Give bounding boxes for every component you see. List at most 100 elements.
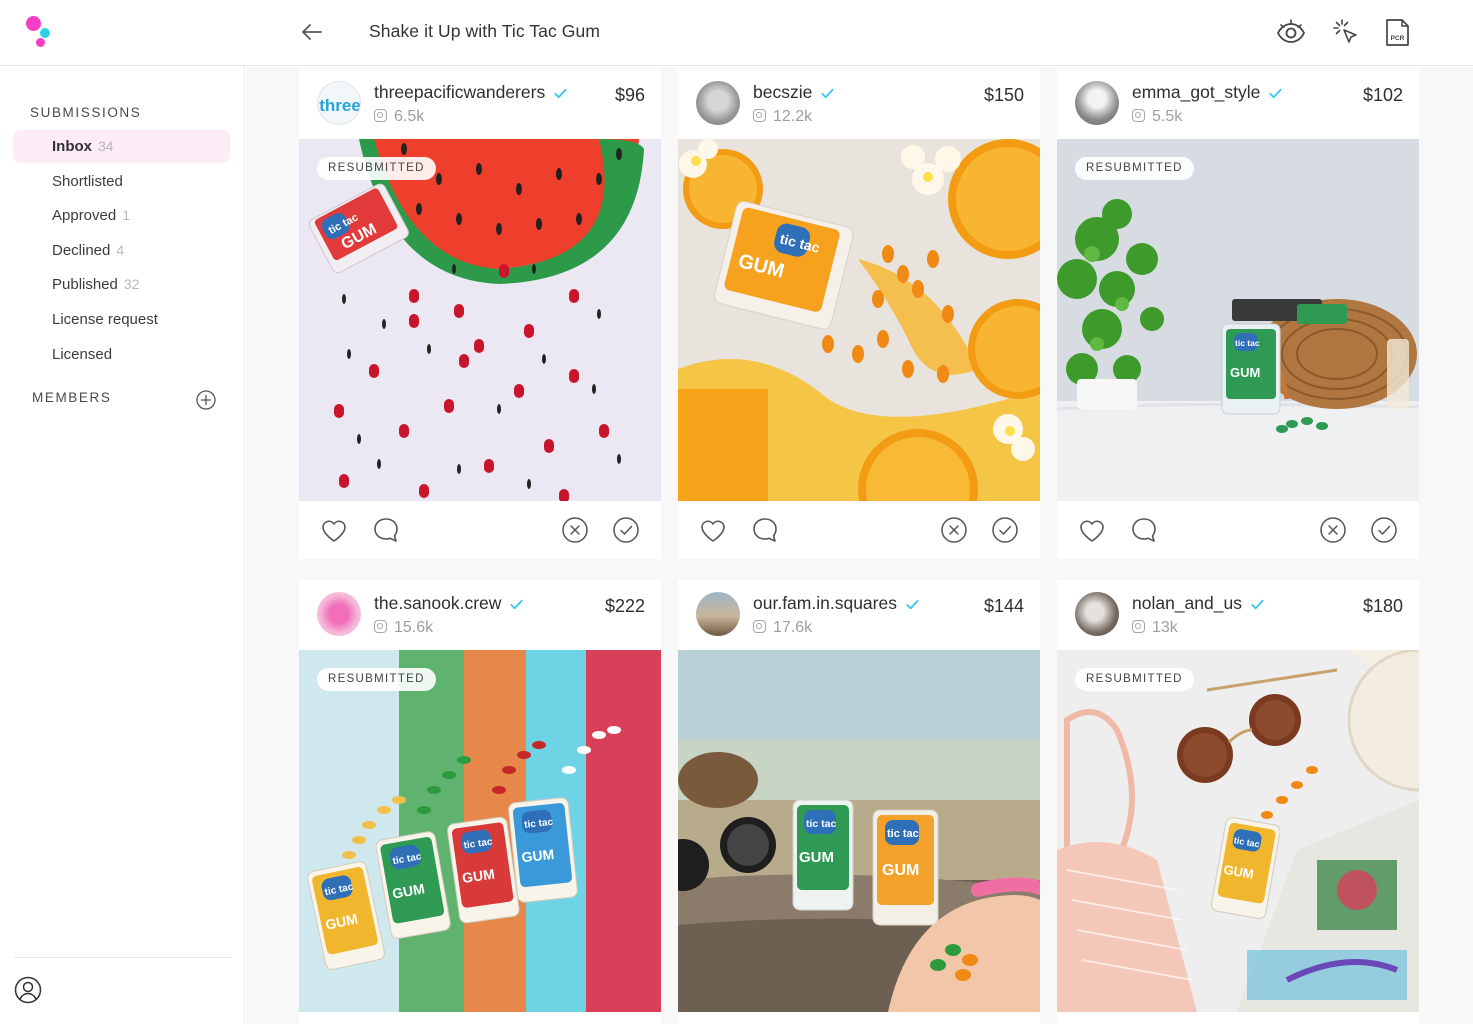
follower-count: 13k	[1132, 619, 1178, 637]
orange-fruit-photo: tic tac GUM	[678, 139, 1040, 501]
price: $96	[614, 85, 645, 105]
decline-x-icon[interactable]	[939, 515, 969, 545]
avatar[interactable]: three	[317, 81, 361, 125]
heart-icon[interactable]	[319, 515, 349, 545]
verified-check-icon	[1269, 88, 1282, 99]
comment-icon[interactable]	[750, 515, 780, 545]
sidebar-item-shortlisted[interactable]: Shortlisted	[13, 165, 230, 198]
submission-card[interactable]: three threepacificwanderers 6.5k $96 tic…	[299, 69, 661, 559]
heart-icon[interactable]	[1077, 515, 1107, 545]
submissions-grid: three threepacificwanderers 6.5k $96 tic…	[246, 67, 1473, 1024]
brand-logo[interactable]	[26, 16, 62, 52]
sidebar-item-label: License request	[52, 311, 158, 328]
svg-text:tic tac: tic tac	[806, 818, 837, 830]
svg-text:tic tac: tic tac	[887, 828, 919, 840]
username-text[interactable]: nolan_and_us	[1132, 593, 1242, 613]
submission-card[interactable]: emma_got_style 5.5k $102 tic tac GUM RES…	[1057, 69, 1419, 559]
username-text[interactable]: the.sanook.crew	[374, 593, 501, 613]
submission-photo[interactable]: tic tac GUM RESUBMITTED	[299, 139, 661, 501]
svg-text:GUM: GUM	[799, 849, 834, 866]
comment-icon[interactable]	[1129, 515, 1159, 545]
card-header: emma_got_style 5.5k $102	[1057, 69, 1419, 141]
verified-check-icon	[1251, 599, 1264, 610]
avatar[interactable]	[1075, 592, 1119, 636]
username[interactable]: our.fam.in.squares	[753, 593, 920, 614]
sidebar-item-count: 1	[122, 207, 131, 223]
sidebar-item-label: Published	[52, 276, 118, 293]
price: $222	[604, 596, 645, 616]
submission-photo[interactable]: tic tac GUM	[678, 139, 1040, 501]
page-title: Shake it Up with Tic Tac Gum	[369, 21, 601, 41]
sidebar-item-count: 32	[123, 276, 140, 292]
decline-x-icon[interactable]	[560, 515, 590, 545]
submission-card[interactable]: nolan_and_us 13k $180 tic tac GUM RESUBM…	[1057, 580, 1419, 1024]
instagram-icon	[374, 620, 387, 633]
avatar[interactable]	[696, 81, 740, 125]
sidebar-item-declined[interactable]: Declined 4	[13, 234, 230, 267]
username[interactable]: nolan_and_us	[1132, 593, 1265, 614]
eye-icon[interactable]	[1275, 16, 1307, 48]
submission-card[interactable]: becszie 12.2k $150 tic tac GUM	[678, 69, 1040, 559]
submission-card[interactable]: the.sanook.crew 15.6k $222 tic tac GUM ti…	[299, 580, 661, 1024]
follower-count-text: 5.5k	[1152, 108, 1183, 125]
username[interactable]: emma_got_style	[1132, 82, 1283, 103]
sidebar: SUBMISSIONS Inbox 34 Shortlisted Approved…	[0, 66, 245, 1024]
sidebar-item-approved[interactable]: Approved 1	[13, 199, 230, 232]
sidebar-item-label: Licensed	[52, 346, 113, 363]
submissions-title: SUBMISSIONS	[30, 105, 142, 120]
approve-check-icon[interactable]	[990, 515, 1020, 545]
submission-photo[interactable]: tic tac GUM tic tac GUM tic tac GUM tic tac…	[299, 650, 661, 1012]
follower-count: 12.2k	[753, 108, 812, 126]
sidebar-item-inbox[interactable]: Inbox 34	[13, 130, 230, 163]
sidebar-item-license-request[interactable]: License request	[13, 303, 230, 336]
follower-count: 15.6k	[374, 619, 433, 637]
sidebar-item-label: Declined	[52, 242, 111, 259]
sidebar-item-label: Inbox	[52, 138, 92, 155]
price: $180	[1362, 596, 1403, 616]
card-header: our.fam.in.squares 17.6k $144	[678, 580, 1040, 652]
sidebar-item-licensed[interactable]: Licensed	[13, 338, 230, 371]
pcr-document-icon[interactable]: PCR	[1382, 16, 1414, 48]
username[interactable]: becszie	[753, 82, 835, 103]
username-text[interactable]: our.fam.in.squares	[753, 593, 897, 613]
sidebar-item-count: 34	[98, 138, 114, 154]
svg-text:PCR: PCR	[1391, 35, 1405, 42]
approve-check-icon[interactable]	[611, 515, 641, 545]
follower-count-text: 6.5k	[394, 108, 425, 125]
submission-photo[interactable]: tic tac GUM RESUBMITTED	[1057, 650, 1419, 1012]
svg-text:GUM: GUM	[1230, 365, 1260, 380]
comment-icon[interactable]	[371, 515, 401, 545]
cursor-click-icon[interactable]	[1330, 16, 1362, 48]
approve-check-icon[interactable]	[1369, 515, 1399, 545]
sidebar-item-count: 4	[116, 242, 125, 258]
avatar[interactable]	[696, 592, 740, 636]
card-header: three threepacificwanderers 6.5k $96	[299, 69, 661, 141]
card-header: becszie 12.2k $150	[678, 69, 1040, 141]
username[interactable]: the.sanook.crew	[374, 593, 524, 614]
price: $102	[1362, 85, 1403, 105]
user-account-icon[interactable]	[13, 975, 43, 1005]
avatar[interactable]	[317, 592, 361, 636]
follower-count-text: 13k	[1152, 619, 1178, 636]
username-text[interactable]: becszie	[753, 82, 812, 102]
decline-x-icon[interactable]	[1318, 515, 1348, 545]
green-plant-bag-photo: tic tac GUM	[1057, 139, 1419, 501]
username-text[interactable]: emma_got_style	[1132, 82, 1260, 102]
submission-card[interactable]: our.fam.in.squares 17.6k $144 tic tac GU…	[678, 580, 1040, 1024]
submission-photo[interactable]: tic tac GUM tic tac GUM	[678, 650, 1040, 1012]
follower-count-text: 15.6k	[394, 619, 434, 636]
svg-text:GUM: GUM	[882, 862, 919, 879]
avatar[interactable]	[1075, 81, 1119, 125]
beach-tictac-photo: tic tac GUM tic tac GUM	[678, 650, 1040, 1012]
username[interactable]: threepacificwanderers	[374, 82, 568, 103]
sidebar-item-published[interactable]: Published 32	[13, 268, 230, 301]
card-header: nolan_and_us 13k $180	[1057, 580, 1419, 652]
username-text[interactable]: threepacificwanderers	[374, 82, 545, 102]
resubmitted-badge: RESUBMITTED	[317, 157, 436, 180]
instagram-icon	[753, 620, 766, 633]
submission-photo[interactable]: tic tac GUM RESUBMITTED	[1057, 139, 1419, 501]
verified-check-icon	[821, 88, 834, 99]
back-arrow-icon[interactable]	[298, 18, 326, 46]
heart-icon[interactable]	[698, 515, 728, 545]
add-member-icon[interactable]	[195, 389, 217, 411]
